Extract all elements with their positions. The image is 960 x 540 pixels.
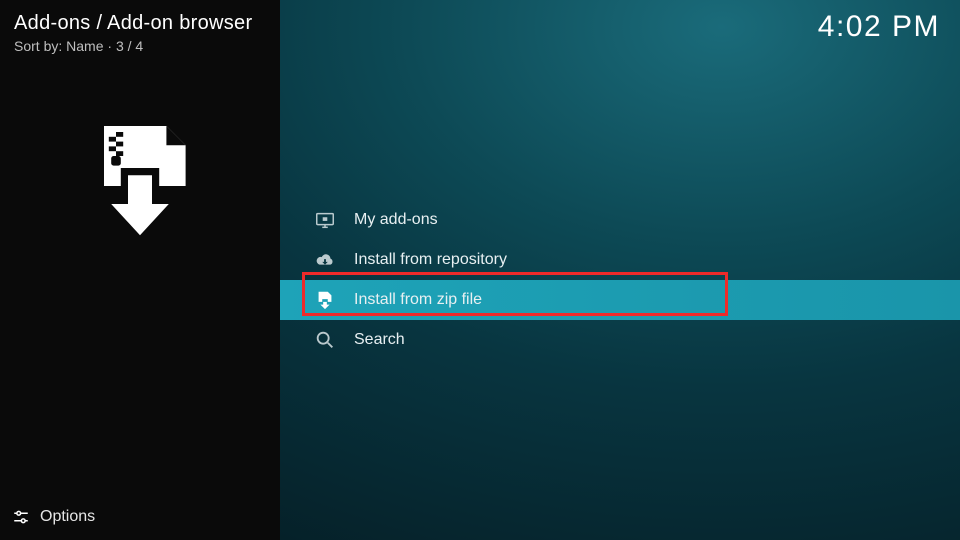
menu-item-label: My add-ons (354, 211, 438, 229)
menu-list: My add-ons Install from repository Insta… (280, 200, 960, 360)
breadcrumb: Add-ons / Add-on browser (14, 12, 252, 35)
sort-separator: · (107, 38, 116, 54)
menu-item-install-repo[interactable]: Install from repository (280, 240, 960, 280)
list-position: 3 / 4 (116, 38, 143, 54)
menu-item-install-zip[interactable]: Install from zip file (280, 280, 960, 320)
menu-item-my-addons[interactable]: My add-ons (280, 200, 960, 240)
menu-item-label: Install from repository (354, 251, 507, 269)
sort-label: Sort by: (14, 38, 62, 54)
clock: 4:02 PM (818, 10, 940, 44)
sort-line: Sort by: Name · 3 / 4 (14, 38, 143, 54)
sidebar: Add-ons / Add-on browser Sort by: Name ·… (0, 0, 280, 540)
monitor-icon (314, 209, 336, 231)
menu-item-search[interactable]: Search (280, 320, 960, 360)
sliders-icon (12, 508, 30, 526)
menu-item-label: Search (354, 331, 405, 349)
category-zip-download-icon (80, 120, 200, 240)
zip-download-icon (314, 289, 336, 311)
search-icon (314, 329, 336, 351)
options-label: Options (40, 508, 95, 526)
sort-value: Name (66, 38, 103, 54)
cloud-download-icon (314, 249, 336, 271)
options-button[interactable]: Options (12, 508, 95, 526)
menu-item-label: Install from zip file (354, 291, 482, 309)
main-panel: 4:02 PM My add-ons Install from repos (280, 0, 960, 540)
